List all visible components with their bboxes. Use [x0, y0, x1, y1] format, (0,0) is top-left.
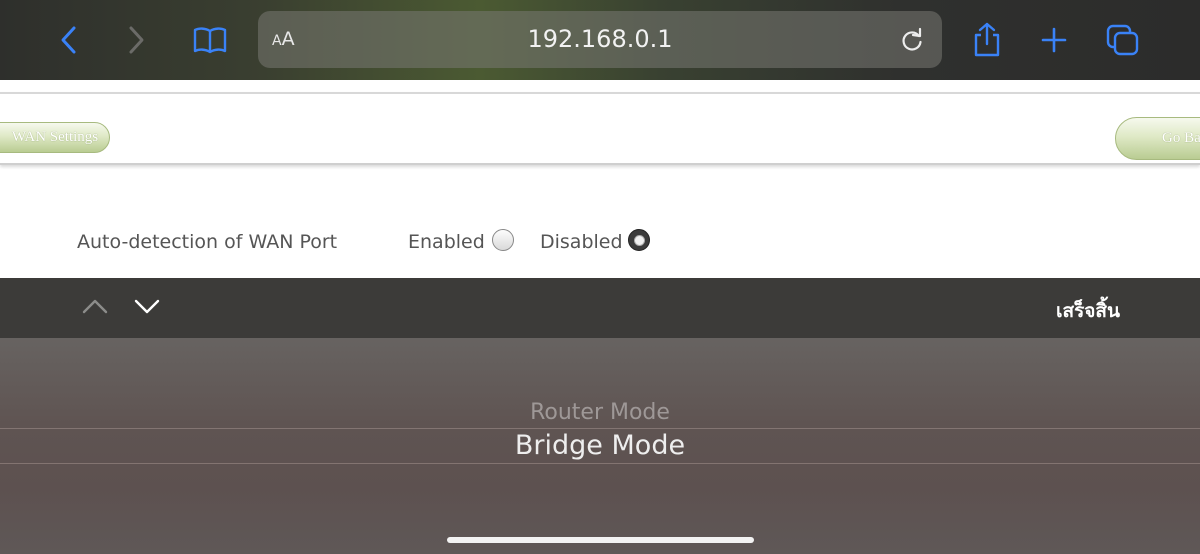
url-text: 192.168.0.1 [527, 25, 673, 53]
back-button[interactable] [49, 20, 89, 60]
forward-icon [129, 26, 144, 54]
done-button[interactable]: เสร็จสิ้น [1056, 296, 1120, 326]
page-button-bar: WAN Settings Go Back [0, 92, 1200, 165]
go-back-button[interactable]: Go Back [1115, 117, 1200, 160]
bookmarks-icon [193, 27, 227, 54]
share-button[interactable] [967, 20, 1007, 60]
picker-option-bridge-mode[interactable]: Bridge Mode [0, 430, 1200, 461]
enabled-radio[interactable] [492, 229, 514, 251]
forward-button[interactable] [116, 20, 156, 60]
picker-option-router-mode[interactable]: Router Mode [0, 400, 1200, 425]
disabled-label: Disabled [540, 231, 623, 253]
address-bar[interactable]: AA 192.168.0.1 [258, 11, 942, 68]
new-tab-button[interactable] [1034, 20, 1074, 60]
router-web-page: WAN Settings Go Back Auto-detection of W… [0, 80, 1200, 278]
picker-selection-bottom-line [0, 463, 1200, 464]
browser-toolbar: AA 192.168.0.1 [0, 0, 1200, 80]
bookmarks-button[interactable] [190, 20, 230, 60]
mode-picker[interactable]: Router Mode Bridge Mode [0, 338, 1200, 554]
wan-settings-button[interactable]: WAN Settings [0, 122, 110, 153]
reload-icon [902, 27, 922, 51]
tabs-button[interactable] [1103, 20, 1143, 60]
chevron-down-icon [134, 299, 160, 314]
disabled-radio[interactable] [628, 229, 650, 251]
new-tab-icon [1041, 27, 1067, 53]
reload-button[interactable] [900, 27, 924, 58]
chevron-up-icon [82, 299, 108, 314]
next-field-button[interactable] [133, 296, 161, 321]
auto-detection-label: Auto-detection of WAN Port [77, 231, 338, 253]
home-indicator [447, 537, 754, 543]
tabs-icon [1106, 24, 1139, 56]
enabled-label: Enabled [408, 231, 485, 253]
share-icon [974, 22, 1000, 57]
previous-field-button[interactable] [81, 296, 109, 321]
back-icon [61, 26, 76, 54]
keyboard-accessory-bar: เสร็จสิ้น [0, 278, 1200, 338]
picker-selection-top-line [0, 428, 1200, 429]
